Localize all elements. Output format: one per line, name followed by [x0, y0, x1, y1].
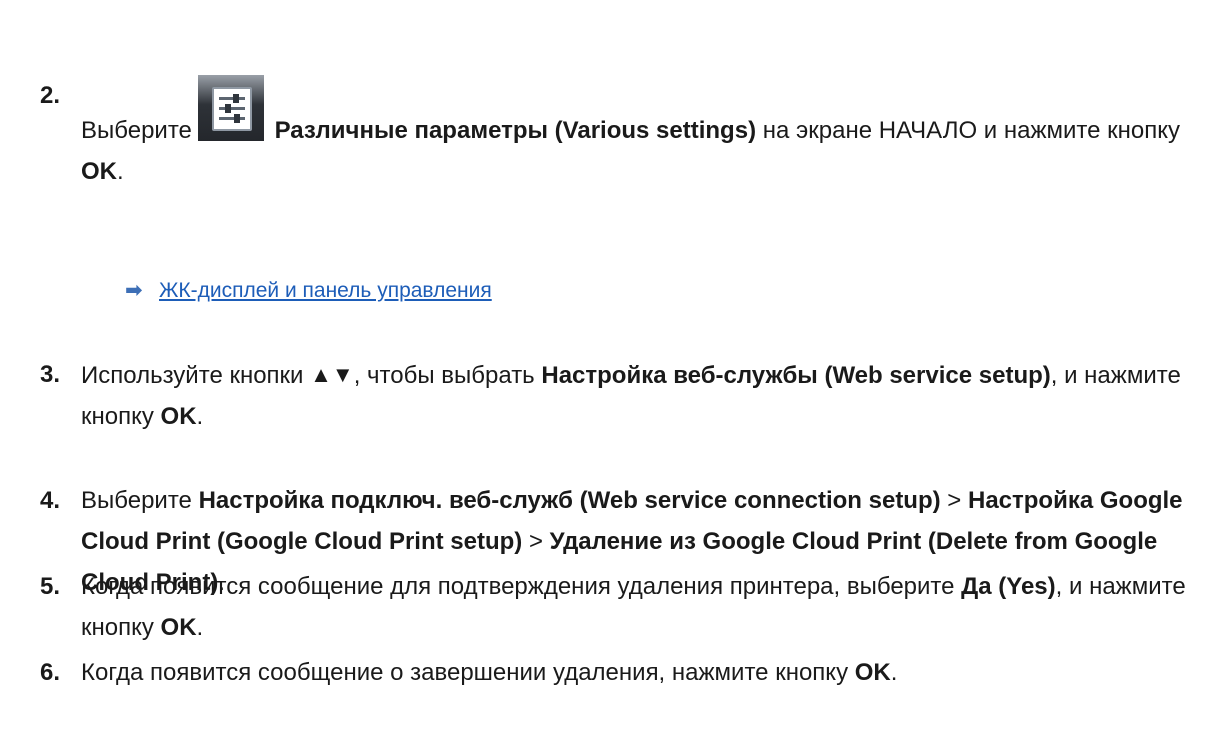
- step-text-part: .: [196, 403, 204, 430]
- step-text: Используйте кнопки ▲▼, чтобы выбрать Нас…: [81, 354, 1200, 437]
- step-6: 6. Когда появится сообщение о завершении…: [40, 652, 1200, 693]
- reference-link-row: ➡ ЖК-дисплей и панель управления: [125, 276, 492, 306]
- step-text-part: .: [196, 614, 204, 641]
- various-settings-icon: [197, 75, 264, 141]
- step-number: 6.: [40, 659, 61, 686]
- arrow-right-icon: ➡: [125, 279, 143, 302]
- step-text-part: Выберите: [81, 117, 192, 144]
- lcd-panel-link[interactable]: ЖК-дисплей и панель управления: [159, 279, 492, 302]
- yes-label: Да (Yes): [961, 573, 1056, 600]
- step-text-part: .: [890, 659, 898, 686]
- step-text: Когда появится сообщение о завершении уд…: [81, 652, 1200, 693]
- step-text-part: , чтобы выбрать: [353, 362, 535, 389]
- breadcrumb-separator: >: [947, 487, 962, 514]
- step-text: Выберите Различные параметры (Various se…: [81, 75, 1200, 192]
- ok-label: OK: [160, 614, 197, 641]
- various-settings-label: Различные параметры (Various settings): [274, 117, 757, 144]
- step-number: 5.: [40, 573, 61, 600]
- step-5: 5. Когда появится сообщение для подтверж…: [40, 566, 1200, 648]
- step-3: 3. Используйте кнопки ▲▼, чтобы выбрать …: [40, 354, 1200, 437]
- step-number: 4.: [40, 487, 61, 514]
- web-service-setup-label: Настройка веб-службы (Web service setup): [541, 362, 1051, 389]
- step-text-part: Выберите: [81, 487, 192, 514]
- ok-label: OK: [854, 659, 891, 686]
- step-number: 2.: [40, 82, 61, 109]
- step-text-part: на экране НАЧАЛО и нажмите кнопку: [762, 117, 1181, 144]
- ok-label: OK: [160, 403, 197, 430]
- ok-label: OK: [81, 158, 117, 185]
- step-text-part: .: [117, 158, 124, 185]
- step-number: 3.: [40, 361, 61, 388]
- step-text-part: Когда появится сообщение о завершении уд…: [81, 659, 849, 686]
- web-service-connection-setup-label: Настройка подключ. веб-служб (Web servic…: [198, 487, 941, 514]
- breadcrumb-separator: >: [528, 528, 543, 555]
- up-down-arrows-icon: ▲▼: [310, 362, 354, 387]
- step-text: Когда появится сообщение для подтвержден…: [81, 566, 1200, 648]
- step-text-part: Используйте кнопки: [81, 362, 304, 389]
- step-2: 2. Выберите Различные параметры (Various…: [40, 75, 1200, 192]
- step-text-part: Когда появится сообщение для подтвержден…: [81, 573, 955, 600]
